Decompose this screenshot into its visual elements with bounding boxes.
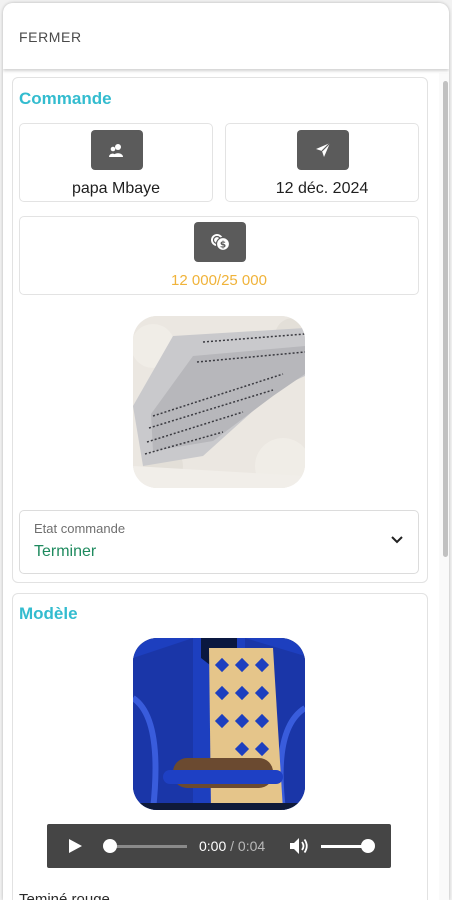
order-date: 12 déc. 2024 [275, 180, 369, 197]
audio-time: 0:00 / 0:04 [199, 838, 265, 854]
scrollbar-thumb[interactable] [443, 81, 448, 557]
audio-time-separator: / [230, 838, 235, 854]
customer-box: papa Mbaye [19, 123, 213, 202]
order-status-label: Etat commande [34, 521, 126, 536]
send-icon[interactable] [297, 130, 349, 170]
close-button[interactable]: FERMER [19, 29, 82, 45]
payment-box: $ 12 000/25 000 [19, 216, 419, 295]
order-detail-sheet: FERMER Commande papa Mbaye 12 déc. 2024 [3, 3, 449, 900]
users-icon[interactable] [91, 130, 143, 170]
order-status-select[interactable]: Etat commande Terminer [19, 510, 419, 574]
order-status-value: Terminer [34, 543, 97, 560]
model-section-title: Modèle [19, 604, 78, 623]
audio-progress-knob[interactable] [103, 839, 117, 853]
model-description: Teminé rouge [19, 891, 110, 900]
play-icon[interactable] [67, 838, 83, 854]
coins-icon[interactable]: $ [194, 222, 246, 262]
chevron-down-icon[interactable] [390, 535, 404, 545]
audio-player: 0:00 / 0:04 [47, 824, 391, 868]
audio-current-time: 0:00 [199, 838, 227, 854]
top-bar: FERMER [3, 3, 449, 69]
boubou-photo[interactable] [133, 638, 305, 810]
date-box: 12 déc. 2024 [225, 123, 419, 202]
order-section-title: Commande [19, 89, 112, 108]
payment-amount: 12 000/25 000 [171, 272, 267, 289]
fabric-photo[interactable] [133, 316, 305, 488]
audio-duration: 0:04 [237, 838, 266, 854]
volume-icon[interactable] [289, 837, 309, 855]
customer-name: papa Mbaye [71, 180, 161, 197]
svg-text:$: $ [220, 241, 226, 251]
audio-progress-track[interactable] [109, 845, 187, 848]
volume-knob[interactable] [361, 839, 375, 853]
